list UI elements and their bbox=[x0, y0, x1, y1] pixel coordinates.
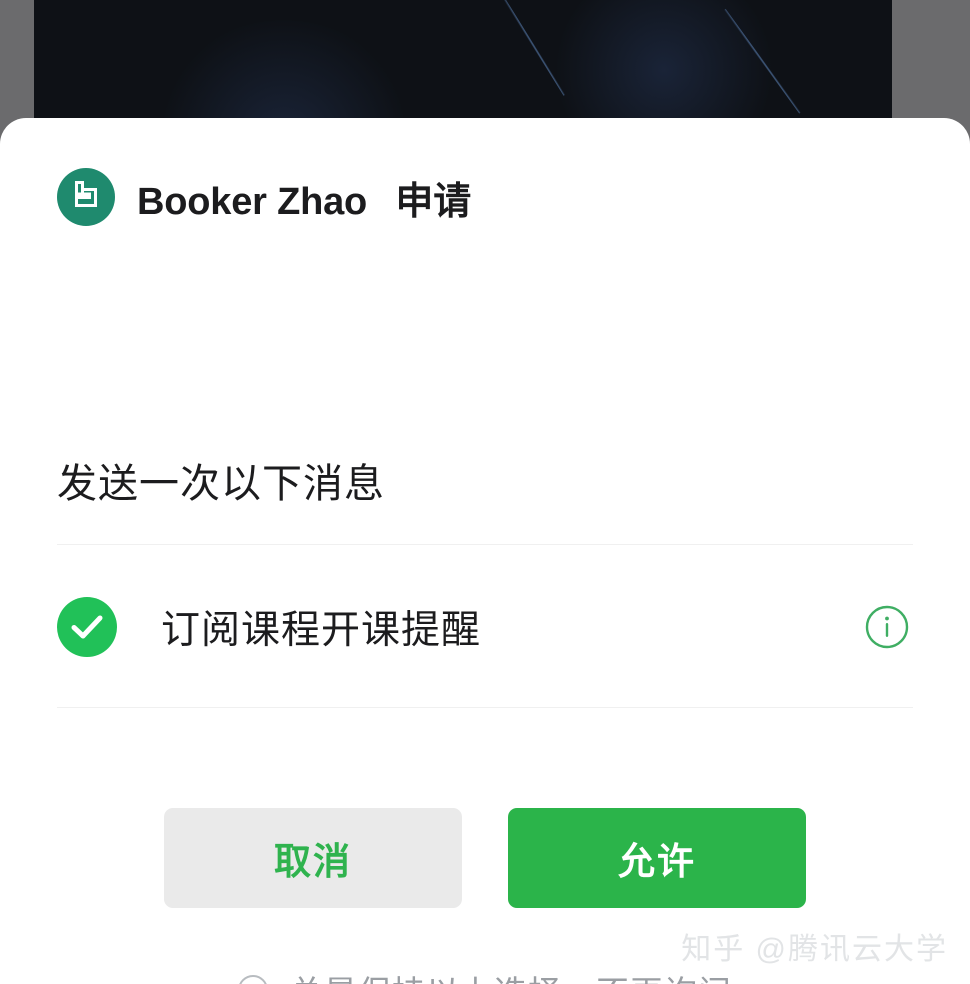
permission-option-row[interactable]: 订阅课程开课提醒 bbox=[57, 594, 913, 660]
app-avatar bbox=[57, 168, 115, 226]
dialog-actions: 取消 允许 bbox=[164, 808, 806, 908]
divider-top bbox=[57, 544, 913, 545]
app-name: Booker Zhao bbox=[137, 180, 368, 223]
remember-choice-label: 总是保持以上选择，不再询问 bbox=[290, 966, 732, 984]
allow-button[interactable]: 允许 bbox=[508, 808, 806, 908]
divider-bottom bbox=[57, 707, 913, 708]
permission-message: 发送一次以下消息 bbox=[57, 462, 385, 506]
info-circle-icon[interactable] bbox=[863, 603, 911, 651]
booker-logo-icon bbox=[69, 179, 103, 215]
cancel-button[interactable]: 取消 bbox=[164, 808, 462, 908]
action-word: 申请 bbox=[395, 180, 472, 223]
permission-sheet: Booker Zhao 申请 发送一次以下消息 订阅课程开课提醒 取消 允许 bbox=[0, 118, 970, 984]
radio-unchecked-icon[interactable] bbox=[238, 975, 268, 984]
screen: Booker Zhao 申请 发送一次以下消息 订阅课程开课提醒 取消 允许 知… bbox=[0, 0, 970, 984]
permission-option-label: 订阅课程开课提醒 bbox=[161, 609, 482, 652]
watermark: 知乎 @腾讯云大学 bbox=[681, 933, 948, 966]
dialog-title: Booker Zhao 申请 bbox=[137, 170, 471, 225]
remember-choice-row[interactable]: 总是保持以上选择，不再询问 bbox=[0, 966, 970, 984]
dialog-header: Booker Zhao 申请 bbox=[57, 168, 471, 226]
check-circle-icon[interactable] bbox=[57, 597, 117, 657]
